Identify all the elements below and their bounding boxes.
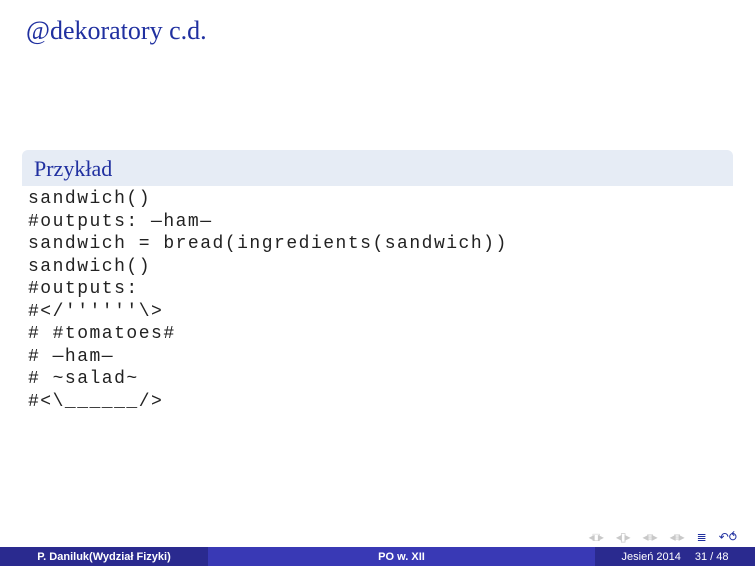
footer-title: PO w. XII <box>208 547 595 566</box>
example-block: Przykład sandwich() #outputs: —ham— sand… <box>22 150 733 417</box>
slide: @dekoratory c.d. Przykład sandwich() #ou… <box>0 0 755 566</box>
code-block: sandwich() #outputs: —ham— sandwich = br… <box>22 186 733 417</box>
footer-date: Jesień 2014 <box>622 551 681 563</box>
footer-author: P. Daniluk(Wydział Fizyki) <box>0 547 208 566</box>
footer-right: Jesień 2014 31 / 48 <box>595 547 755 566</box>
example-heading: Przykład <box>22 150 733 186</box>
nav-controls: ◂□▸ ◂▯▸ ◂≡▸ ◂≡▸ ≣ ↶⥀ <box>589 530 737 544</box>
footer-page: 31 / 48 <box>695 551 729 563</box>
nav-undo-icon[interactable]: ↶⥀ <box>719 530 737 544</box>
nav-prev-section-icon[interactable]: ◂▯▸ <box>616 530 629 544</box>
nav-prev-icon[interactable]: ◂≡▸ <box>643 530 656 544</box>
footer: P. Daniluk(Wydział Fizyki) PO w. XII Jes… <box>0 547 755 566</box>
nav-next-icon[interactable]: ◂≡▸ <box>670 530 683 544</box>
nav-first-icon[interactable]: ◂□▸ <box>589 530 602 544</box>
nav-goto-icon[interactable]: ≣ <box>697 530 705 544</box>
slide-title: @dekoratory c.d. <box>26 16 207 46</box>
